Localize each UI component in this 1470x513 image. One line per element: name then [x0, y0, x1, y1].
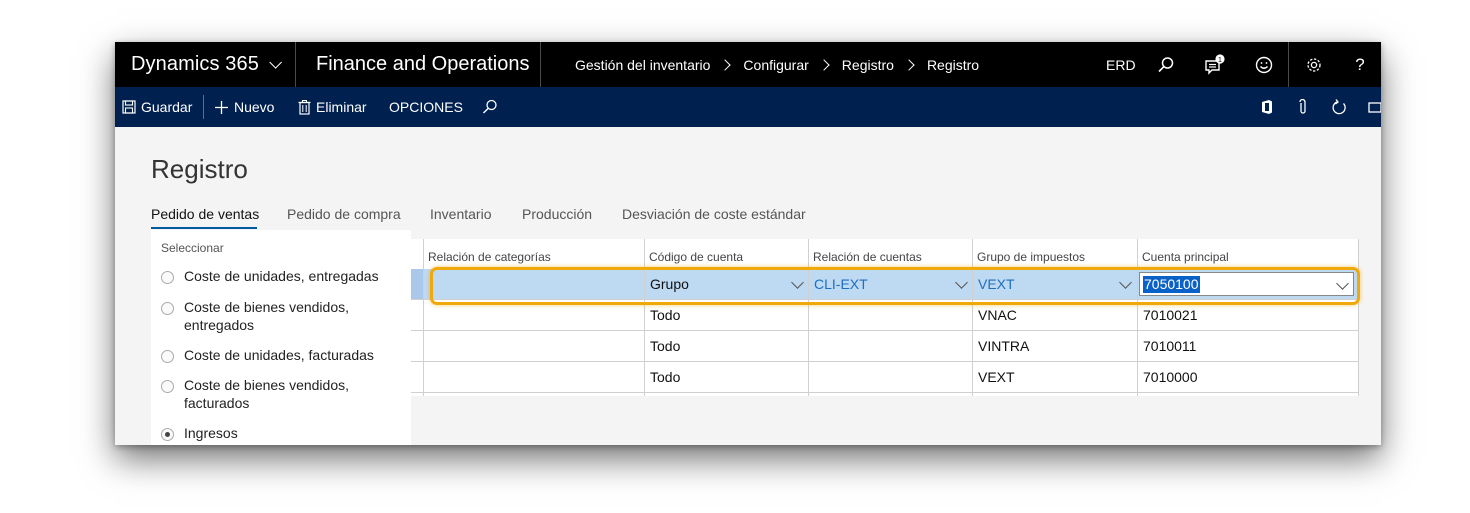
attachment-icon[interactable]: [1298, 87, 1308, 127]
tab-pedido-de-compra[interactable]: Pedido de compra: [287, 206, 401, 222]
page-title: Registro: [151, 154, 248, 184]
radio-option[interactable]: Coste de bienes vendidos, entregados: [161, 298, 369, 334]
trash-icon: [298, 99, 311, 115]
app-name[interactable]: Finance and Operations: [316, 42, 529, 87]
table-cell[interactable]: VNAC: [978, 300, 1017, 330]
grid-line: [423, 239, 424, 396]
options-button[interactable]: OPCIONES: [389, 87, 463, 127]
grid-line: [972, 239, 973, 396]
chevron-down-icon: [269, 56, 282, 69]
divider: [540, 42, 541, 87]
radio-option[interactable]: Coste de bienes vendidos, facturados: [161, 376, 369, 412]
breadcrumb-item[interactable]: Registro: [927, 57, 979, 73]
select-panel-title: Seleccionar: [161, 241, 224, 255]
save-button[interactable]: Guardar: [122, 87, 192, 127]
main-account-value[interactable]: 7050100: [1143, 276, 1200, 293]
radio-button[interactable]: [161, 350, 174, 363]
column-header[interactable]: Relación de cuentas: [813, 239, 973, 267]
active-tab-indicator: [151, 227, 257, 229]
radio-button[interactable]: [161, 302, 174, 315]
tab-inventario[interactable]: Inventario: [430, 206, 491, 222]
tab-pedido-de-ventas[interactable]: Pedido de ventas: [151, 206, 259, 222]
notifications-icon[interactable]: 1: [1200, 42, 1230, 87]
table-cell[interactable]: [428, 269, 638, 299]
table-cell[interactable]: 7010011: [1143, 331, 1196, 361]
radio-label: Coste de unidades, entregadas: [184, 268, 379, 284]
divider: [203, 95, 204, 119]
tab-produccion[interactable]: Producción: [522, 206, 592, 222]
settings-gear-icon[interactable]: [1299, 42, 1329, 87]
breadcrumb-item[interactable]: Configurar: [743, 57, 808, 73]
delete-button[interactable]: Eliminar: [298, 87, 367, 127]
brand-label: Dynamics 365: [131, 53, 259, 75]
grid-line: [1358, 239, 1359, 396]
grid-line: [411, 392, 1359, 393]
radio-label: Coste de bienes vendidos, facturados: [184, 377, 349, 411]
chevron-right-icon: [903, 58, 915, 71]
radio-button[interactable]: [161, 271, 174, 284]
help-icon[interactable]: ?: [1345, 42, 1375, 87]
tax-group-dropdown[interactable]: VEXT: [978, 269, 1015, 299]
plus-icon: [215, 100, 228, 114]
row-selector[interactable]: [411, 269, 423, 299]
chevron-down-icon[interactable]: [1336, 277, 1349, 290]
radio-button-selected[interactable]: [161, 428, 174, 441]
table-cell[interactable]: VINTRA: [978, 331, 1029, 361]
save-label: Guardar: [141, 99, 193, 115]
feedback-smiley-icon[interactable]: [1249, 42, 1279, 87]
action-bar: Guardar Nuevo Eliminar OPCIONES: [115, 87, 1381, 127]
radio-option[interactable]: Coste de unidades, facturadas: [161, 346, 404, 364]
radio-label: Coste de unidades, facturadas: [184, 347, 374, 363]
divider: [1288, 42, 1289, 87]
breadcrumb: Gestión del inventario Configurar Regist…: [575, 42, 979, 87]
search-icon[interactable]: [1151, 42, 1181, 87]
column-header[interactable]: Código de cuenta: [649, 239, 809, 267]
radio-label: Coste de bienes vendidos, entregados: [184, 299, 349, 333]
top-nav-bar: Dynamics 365 Finance and Operations Gest…: [115, 42, 1381, 87]
grid-line: [411, 330, 1359, 331]
grid-line: [411, 361, 1359, 362]
new-button[interactable]: Nuevo: [214, 87, 274, 127]
table-cell[interactable]: 7010000: [1143, 362, 1198, 392]
table-cell[interactable]: VEXT: [978, 362, 1015, 392]
breadcrumb-item[interactable]: Registro: [842, 57, 894, 73]
radio-option[interactable]: Ingresos: [161, 424, 238, 442]
table-cell[interactable]: 7010021: [1143, 300, 1198, 330]
grid-line: [644, 239, 645, 396]
radio-label: Ingresos: [184, 425, 238, 441]
grid-line: [808, 239, 809, 396]
table-cell[interactable]: Todo: [650, 362, 680, 392]
table-cell[interactable]: Todo: [650, 331, 680, 361]
column-header[interactable]: Relación de categorías: [428, 239, 628, 267]
refresh-icon[interactable]: [1331, 87, 1348, 127]
search-icon[interactable]: [482, 87, 498, 127]
breadcrumb-item[interactable]: Gestión del inventario: [575, 57, 710, 73]
column-header[interactable]: Grupo de impuestos: [977, 239, 1137, 267]
grid-line: [1137, 239, 1138, 396]
radio-option[interactable]: Coste de unidades, entregadas: [161, 267, 394, 285]
select-panel: Seleccionar Coste de unidades, entregada…: [151, 230, 411, 445]
posting-grid: Relación de categorías Código de cuenta …: [411, 239, 1359, 396]
company-picker[interactable]: ERD: [1106, 42, 1136, 87]
main-account-input[interactable]: 7050100: [1139, 272, 1354, 296]
app-window: Dynamics 365 Finance and Operations Gest…: [115, 42, 1381, 445]
chevron-right-icon: [818, 58, 830, 71]
chevron-right-icon: [719, 58, 732, 71]
open-new-icon[interactable]: [1368, 87, 1381, 127]
table-cell[interactable]: Todo: [650, 300, 680, 330]
divider: [295, 42, 296, 87]
tab-desviacion-coste-estandar[interactable]: Desviación de coste estándar: [622, 206, 806, 222]
radio-button[interactable]: [161, 380, 174, 393]
save-icon: [122, 100, 136, 114]
notification-badge: 1: [1218, 57, 1222, 64]
account-relation-dropdown[interactable]: CLI-EXT: [814, 269, 868, 299]
account-code-dropdown[interactable]: Grupo: [650, 269, 689, 299]
grid-line: [411, 299, 1359, 300]
column-header[interactable]: Cuenta principal: [1142, 239, 1342, 267]
delete-label: Eliminar: [316, 99, 367, 115]
new-label: Nuevo: [234, 99, 275, 115]
office-icon[interactable]: [1260, 87, 1274, 127]
brand-menu[interactable]: Dynamics 365: [131, 42, 282, 87]
